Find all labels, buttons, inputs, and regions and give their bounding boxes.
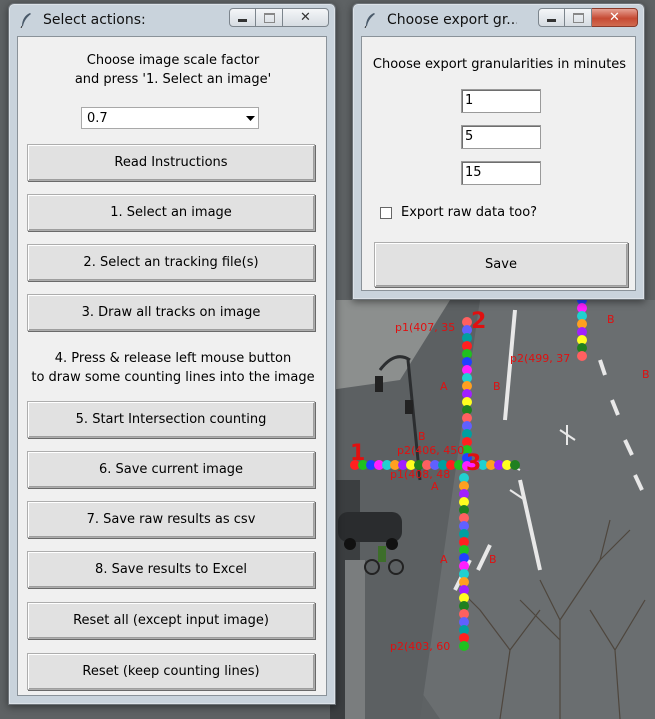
granularity-heading: Choose export granularities in minutes [372,57,627,72]
select-actions-window: Select actions: ✕ Choose image scale fac… [8,3,336,705]
save-excel-button[interactable]: 8. Save results to Excel [27,551,315,588]
reset-all-button[interactable]: Reset all (except input image) [27,602,315,639]
select-actions-panel: Choose image scale factor and press '1. … [17,36,327,696]
reset-keep-lines-button[interactable]: Reset (keep counting lines) [27,653,315,690]
feather-icon [361,11,379,29]
track-dot [510,460,520,470]
select-image-button[interactable]: 1. Select an image [27,194,315,231]
export-granularity-window: Choose export gr... ✕ Choose export gran… [352,3,645,300]
minimize-button[interactable] [538,8,565,27]
point-label: p1(408, 48 [390,468,450,481]
feather-icon [17,11,35,29]
minimize-icon [238,19,247,22]
save-image-button[interactable]: 6. Save current image [27,451,315,488]
scale-factor-value: 0.7 [87,110,108,126]
side-label: A [431,480,439,493]
export-raw-label: Export raw data too? [401,205,538,220]
read-instructions-button[interactable]: Read Instructions [27,144,315,181]
close-button[interactable]: ✕ [592,8,638,27]
close-icon: ✕ [300,10,311,25]
button-label: Reset (keep counting lines) [82,664,260,679]
select-tracking-file-button[interactable]: 2. Select an tracking file(s) [27,244,315,281]
side-label: A [440,380,448,393]
point-label: p1(407, 35 [395,321,455,334]
granularity-input-2[interactable]: 5 [461,125,541,149]
maximize-icon [572,12,584,23]
minimize-button[interactable] [229,8,256,27]
button-label: 2. Select an tracking file(s) [83,255,259,270]
button-label: Reset all (except input image) [73,613,269,628]
side-label: B [418,430,426,443]
window-title: Select actions: [43,12,146,28]
maximize-button[interactable] [565,8,592,27]
side-label: B [493,380,501,393]
save-button[interactable]: Save [374,242,628,287]
button-label: 3. Draw all tracks on image [81,305,261,320]
draw-lines-instruction: 4. Press & release left mouse button to … [31,351,315,385]
counting-line-number: 1 [350,441,365,466]
point-label: p2(403, 60 [390,640,450,653]
export-panel: Choose export granularities in minutes 1… [361,36,636,291]
counting-line-number: 3 [466,451,481,476]
track-dot [459,641,469,651]
point-label: p2(406, 450 [397,444,464,457]
draw-tracks-button[interactable]: 3. Draw all tracks on image [27,294,315,331]
granularity-input-3[interactable]: 15 [461,161,541,185]
button-label: Save [485,257,517,272]
button-label: 6. Save current image [98,462,244,477]
maximize-icon [263,12,275,23]
close-button[interactable]: ✕ [283,8,329,27]
window-title: Choose export gr... [387,12,517,28]
button-label: 8. Save results to Excel [95,562,247,577]
save-raw-csv-button[interactable]: 7. Save raw results as csv [27,501,315,538]
title-bar[interactable]: Choose export gr... ✕ [353,4,644,36]
button-label: 5. Start Intersection counting [75,412,267,427]
scale-instruction: Choose image scale factor and press '1. … [74,53,272,87]
side-label: B [642,368,650,381]
side-label: B [489,553,497,566]
counting-line-number: 2 [471,309,486,334]
side-label: B [607,313,615,326]
dropdown-arrow-icon [242,115,258,121]
title-bar[interactable]: Select actions: ✕ [9,4,335,36]
button-label: 7. Save raw results as csv [86,512,256,527]
button-label: 1. Select an image [110,205,232,220]
point-label: p2(499, 37 [510,352,570,365]
export-raw-checkbox[interactable] [380,207,392,219]
track-dot [577,351,587,361]
maximize-button[interactable] [256,8,283,27]
button-label: Read Instructions [114,155,228,170]
close-icon: ✕ [609,10,620,25]
side-label: A [440,553,448,566]
start-counting-button[interactable]: 5. Start Intersection counting [27,401,315,438]
granularity-input-1[interactable]: 1 [461,89,541,113]
scale-factor-select[interactable]: 0.7 [81,107,259,129]
minimize-icon [547,19,556,22]
